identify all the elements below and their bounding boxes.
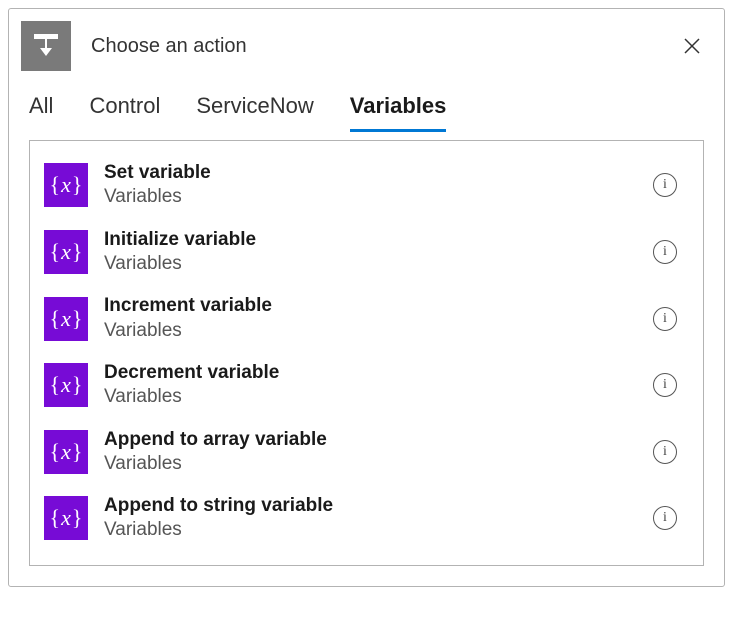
actions-list: x Set variable Variables i x Initialize …	[29, 140, 704, 566]
info-button[interactable]: i	[653, 373, 677, 397]
tab-control[interactable]: Control	[89, 93, 160, 132]
action-text: Set variable Variables	[104, 161, 637, 210]
tab-servicenow[interactable]: ServiceNow	[196, 93, 313, 132]
variables-icon: x	[44, 163, 88, 207]
info-button[interactable]: i	[653, 173, 677, 197]
dialog-header: Choose an action	[9, 9, 724, 79]
tab-bar: All Control ServiceNow Variables	[9, 79, 724, 132]
action-subtitle: Variables	[104, 319, 637, 343]
action-header-icon	[21, 21, 71, 71]
action-title: Append to string variable	[104, 494, 637, 518]
action-title: Initialize variable	[104, 228, 637, 252]
variables-icon: x	[44, 496, 88, 540]
action-subtitle: Variables	[104, 385, 637, 409]
action-text: Decrement variable Variables	[104, 361, 637, 410]
action-text: Append to string variable Variables	[104, 494, 637, 543]
info-button[interactable]: i	[653, 506, 677, 530]
variables-icon: x	[44, 430, 88, 474]
variables-icon: x	[44, 363, 88, 407]
action-title: Append to array variable	[104, 428, 637, 452]
action-text: Append to array variable Variables	[104, 428, 637, 477]
action-text: Initialize variable Variables	[104, 228, 637, 277]
action-subtitle: Variables	[104, 518, 637, 542]
tab-all[interactable]: All	[29, 93, 53, 132]
close-button[interactable]	[676, 30, 708, 62]
tab-variables[interactable]: Variables	[350, 93, 447, 132]
dialog-title: Choose an action	[91, 35, 656, 58]
variables-icon: x	[44, 230, 88, 274]
variables-icon: x	[44, 297, 88, 341]
info-button[interactable]: i	[653, 307, 677, 331]
action-title: Set variable	[104, 161, 637, 185]
action-initialize-variable[interactable]: x Initialize variable Variables i	[44, 220, 689, 287]
action-subtitle: Variables	[104, 252, 637, 276]
action-text: Increment variable Variables	[104, 294, 637, 343]
action-increment-variable[interactable]: x Increment variable Variables i	[44, 286, 689, 353]
choose-action-dialog: Choose an action All Control ServiceNow …	[8, 8, 725, 587]
close-icon	[682, 36, 702, 56]
action-decrement-variable[interactable]: x Decrement variable Variables i	[44, 353, 689, 420]
action-append-string-variable[interactable]: x Append to string variable Variables i	[44, 486, 689, 553]
action-set-variable[interactable]: x Set variable Variables i	[44, 153, 689, 220]
info-button[interactable]: i	[653, 440, 677, 464]
info-button[interactable]: i	[653, 240, 677, 264]
action-title: Increment variable	[104, 294, 637, 318]
action-append-array-variable[interactable]: x Append to array variable Variables i	[44, 420, 689, 487]
action-subtitle: Variables	[104, 452, 637, 476]
action-subtitle: Variables	[104, 185, 637, 209]
action-title: Decrement variable	[104, 361, 637, 385]
